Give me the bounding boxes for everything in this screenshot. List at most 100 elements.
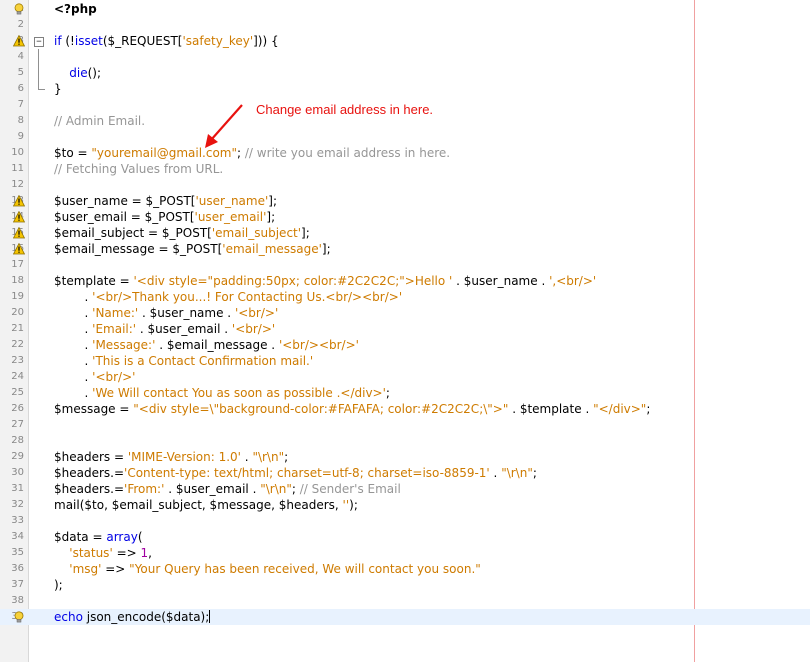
code-line[interactable]: 18 $template = '<div style="padding:50px;… xyxy=(0,273,810,289)
code-token: . xyxy=(54,322,93,336)
code-line[interactable]: 36 'msg' => "Your Query has been receive… xyxy=(0,561,810,577)
code-line[interactable]: 25 . 'We Will contact You as soon as pos… xyxy=(0,385,810,401)
code-text[interactable]: $headers = 'MIME-Version: 1.0' . "\r\n"; xyxy=(54,449,288,465)
fold-toggle-icon[interactable]: − xyxy=(34,37,44,47)
code-line[interactable]: 3−if (!isset($_REQUEST['safety_key'])) { xyxy=(0,33,810,49)
code-text[interactable]: . 'Name:' . $user_name . '<br/>' xyxy=(54,305,279,321)
code-line[interactable]: 32 mail($to, $email_subject, $message, $h… xyxy=(0,497,810,513)
code-text[interactable]: $data = array( xyxy=(54,529,143,545)
code-line[interactable]: 5 die(); xyxy=(0,65,810,81)
code-line[interactable]: 11 // Fetching Values from URL. xyxy=(0,161,810,177)
code-text[interactable]: echo json_encode($data); xyxy=(54,609,211,625)
code-line[interactable]: 13$user_name = $_POST['user_name']; xyxy=(0,193,810,209)
code-text[interactable]: $template = '<div style="padding:50px; c… xyxy=(54,273,596,289)
code-token: ; xyxy=(284,450,289,464)
line-number: 20 xyxy=(11,307,24,318)
warning-icon[interactable] xyxy=(13,35,25,47)
code-line[interactable]: 17 xyxy=(0,257,810,273)
code-line[interactable]: 21 . 'Email:' . $user_email . '<br/>' xyxy=(0,321,810,337)
line-number: 21 xyxy=(11,323,24,334)
code-line[interactable]: 23 . 'This is a Contact Confirmation mai… xyxy=(0,353,810,369)
line-number: 4 xyxy=(17,51,24,62)
code-line[interactable]: 30 $headers.='Content-type: text/html; ch… xyxy=(0,465,810,481)
code-text[interactable]: } xyxy=(54,81,62,97)
code-line[interactable]: 24 . '<br/>' xyxy=(0,369,810,385)
bulb-icon[interactable] xyxy=(13,611,25,623)
code-text[interactable]: 'status' => 1, xyxy=(54,545,152,561)
warning-icon[interactable] xyxy=(13,227,25,239)
annotation-label: Change email address in here. xyxy=(256,102,434,117)
code-token: '<br/><br/>' xyxy=(278,338,359,352)
code-line[interactable]: 34 $data = array( xyxy=(0,529,810,545)
code-line[interactable]: 31 $headers.='From:' . $user_email . "\r\… xyxy=(0,481,810,497)
code-token: ; xyxy=(385,386,390,400)
code-text[interactable]: $email_message = $_POST['email_message']… xyxy=(54,241,331,257)
line-number: 32 xyxy=(11,499,24,510)
warning-icon[interactable] xyxy=(13,211,25,223)
code-token: // write you email address in here. xyxy=(244,146,451,160)
code-text[interactable]: . '<br/>Thank you...! For Contacting Us.… xyxy=(54,289,403,305)
code-text[interactable]: . 'Message:' . $email_message . '<br/><b… xyxy=(54,337,359,353)
code-line[interactable]: 29 $headers = 'MIME-Version: 1.0' . "\r\n… xyxy=(0,449,810,465)
code-text[interactable]: ); xyxy=(54,577,63,593)
code-line[interactable]: 16$email_message = $_POST['email_message… xyxy=(0,241,810,257)
code-line[interactable]: 9 xyxy=(0,129,810,145)
code-text[interactable]: mail($to, $email_subject, $message, $hea… xyxy=(54,497,358,513)
code-text[interactable]: . '<br/>' xyxy=(54,369,136,385)
code-token: . $user_name . xyxy=(138,306,235,320)
code-line[interactable]: 6} xyxy=(0,81,810,97)
code-line[interactable]: 2 xyxy=(0,17,810,33)
code-token: 'msg' xyxy=(69,562,102,576)
code-text[interactable]: die(); xyxy=(54,65,101,81)
code-text[interactable]: // Admin Email. xyxy=(54,113,145,129)
code-text[interactable]: $message = "<div style=\"background-colo… xyxy=(54,401,650,417)
code-text[interactable]: . 'Email:' . $user_email . '<br/>' xyxy=(54,321,276,337)
code-text[interactable]: . 'We Will contact You as soon as possib… xyxy=(54,385,390,401)
code-token: . xyxy=(54,306,93,320)
code-token: "\r\n" xyxy=(501,466,533,480)
code-line[interactable]: 15$email_subject = $_POST['email_subject… xyxy=(0,225,810,241)
code-text[interactable]: $user_email = $_POST['user_email']; xyxy=(54,209,275,225)
warning-icon[interactable] xyxy=(13,243,25,255)
annotation-arrow xyxy=(205,104,243,148)
code-line[interactable]: 38 xyxy=(0,593,810,609)
code-line[interactable]: 26 $message = "<div style=\"background-co… xyxy=(0,401,810,417)
code-text[interactable]: <?php xyxy=(54,1,97,17)
code-text[interactable]: $to = "youremail@gmail.com"; // write yo… xyxy=(54,145,450,161)
code-text[interactable]: $headers.='Content-type: text/html; char… xyxy=(54,465,537,481)
code-line[interactable]: 27 xyxy=(0,417,810,433)
bulb-icon[interactable] xyxy=(13,3,25,15)
code-line[interactable]: 19 . '<br/>Thank you...! For Contacting … xyxy=(0,289,810,305)
code-text[interactable]: . 'This is a Contact Confirmation mail.' xyxy=(54,353,314,369)
code-text[interactable]: 'msg' => "Your Query has been received, … xyxy=(54,561,481,577)
line-number: 35 xyxy=(11,547,24,558)
warning-icon[interactable] xyxy=(13,195,25,207)
code-line[interactable]: 22 . 'Message:' . $email_message . '<br/… xyxy=(0,337,810,353)
code-text[interactable]: $email_subject = $_POST['email_subject']… xyxy=(54,225,310,241)
code-line[interactable]: 1<?php xyxy=(0,1,810,17)
code-token: "<div style=\"background-color:#FAFAFA; … xyxy=(133,402,509,416)
line-number: 17 xyxy=(11,259,24,270)
line-number: 34 xyxy=(11,531,24,542)
code-line[interactable]: 10 $to = "youremail@gmail.com"; // write … xyxy=(0,145,810,161)
line-number: 25 xyxy=(11,387,24,398)
code-line[interactable]: 39echo json_encode($data); xyxy=(0,609,810,625)
code-line[interactable]: 37); xyxy=(0,577,810,593)
code-token: ); xyxy=(349,498,358,512)
code-line[interactable]: 20 . 'Name:' . $user_name . '<br/>' xyxy=(0,305,810,321)
line-number: 33 xyxy=(11,515,24,526)
code-text[interactable]: $user_name = $_POST['user_name']; xyxy=(54,193,277,209)
code-text[interactable]: if (!isset($_REQUEST['safety_key'])) { xyxy=(54,33,279,49)
code-line[interactable]: 12 xyxy=(0,177,810,193)
code-line[interactable]: 28 xyxy=(0,433,810,449)
code-editor[interactable]: 1<?php23−if (!isset($_REQUEST['safety_ke… xyxy=(0,1,810,625)
code-token: $headers.= xyxy=(54,482,125,496)
line-number: 27 xyxy=(11,419,24,430)
code-line[interactable]: 35 'status' => 1, xyxy=(0,545,810,561)
code-line[interactable]: 4 xyxy=(0,49,810,65)
code-line[interactable]: 14$user_email = $_POST['user_email']; xyxy=(0,209,810,225)
code-token: . $email_message . xyxy=(155,338,279,352)
code-text[interactable]: $headers.='From:' . $user_email . "\r\n"… xyxy=(54,481,401,497)
code-text[interactable]: // Fetching Values from URL. xyxy=(54,161,223,177)
code-line[interactable]: 33 xyxy=(0,513,810,529)
